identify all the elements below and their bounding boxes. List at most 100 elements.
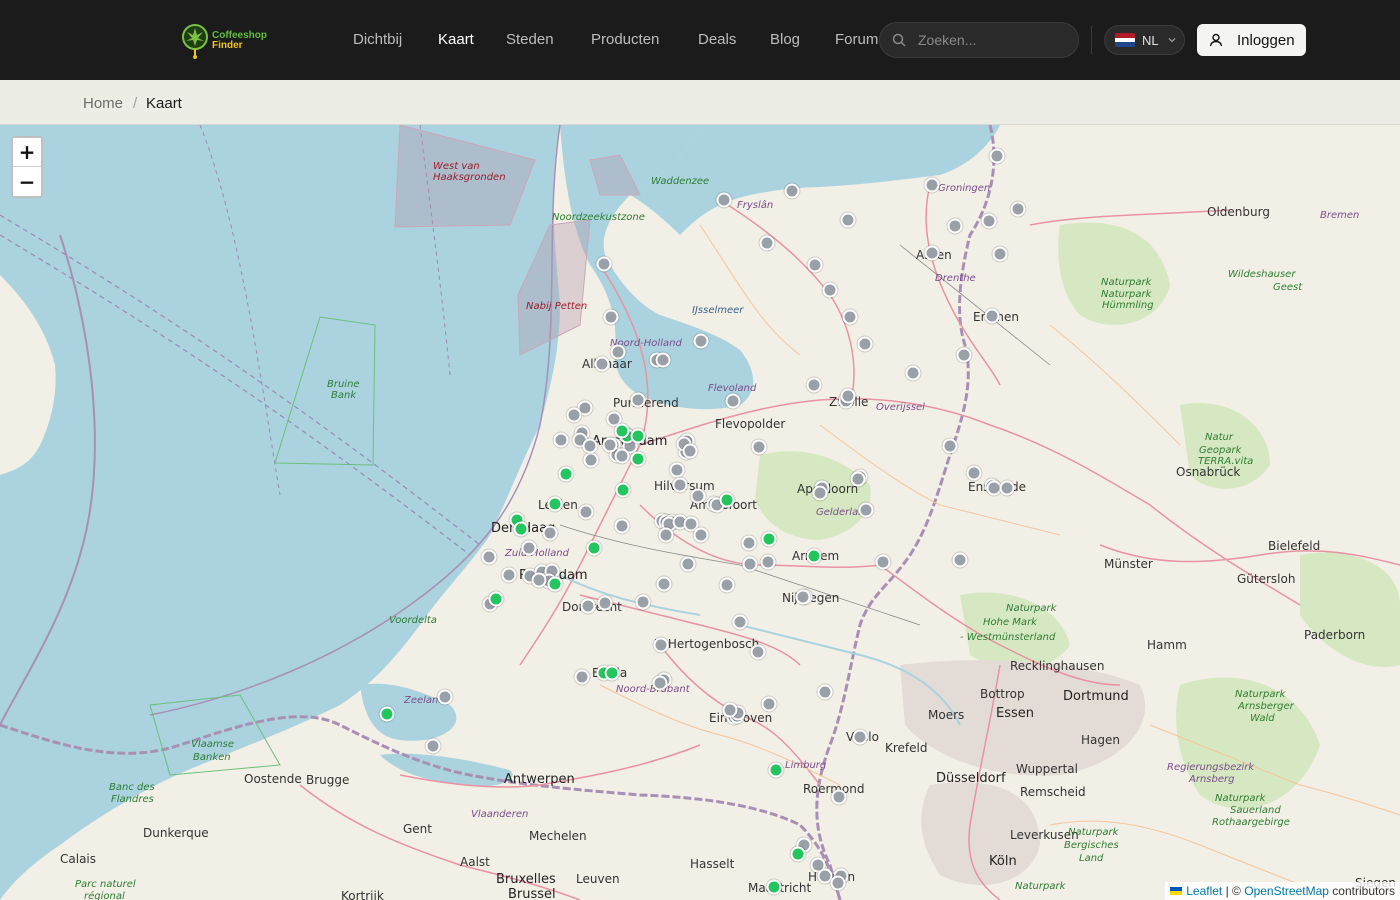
- coffeeshop-marker[interactable]: [831, 789, 847, 805]
- coffeeshop-marker-open[interactable]: [790, 846, 806, 862]
- coffeeshop-marker[interactable]: [630, 392, 646, 408]
- coffeeshop-marker[interactable]: [578, 504, 594, 520]
- coffeeshop-marker[interactable]: [501, 567, 517, 583]
- coffeeshop-marker-open[interactable]: [761, 531, 777, 547]
- coffeeshop-marker[interactable]: [521, 540, 537, 556]
- language-selector[interactable]: NL: [1104, 25, 1185, 55]
- coffeeshop-marker[interactable]: [924, 177, 940, 193]
- coffeeshop-marker[interactable]: [682, 443, 698, 459]
- coffeeshop-marker[interactable]: [680, 556, 696, 572]
- coffeeshop-marker[interactable]: [658, 527, 674, 543]
- coffeeshop-marker[interactable]: [574, 669, 590, 685]
- coffeeshop-marker[interactable]: [842, 309, 858, 325]
- coffeeshop-marker[interactable]: [742, 556, 758, 572]
- coffeeshop-marker[interactable]: [655, 352, 671, 368]
- coffeeshop-marker[interactable]: [672, 477, 688, 493]
- coffeeshop-marker[interactable]: [481, 549, 497, 565]
- coffeeshop-marker[interactable]: [760, 554, 776, 570]
- coffeeshop-marker[interactable]: [817, 684, 833, 700]
- coffeeshop-marker[interactable]: [857, 336, 873, 352]
- nav-steden[interactable]: Steden: [506, 31, 554, 48]
- coffeeshop-marker[interactable]: [656, 576, 672, 592]
- coffeeshop-marker-open[interactable]: [630, 428, 646, 444]
- coffeeshop-marker[interactable]: [716, 192, 732, 208]
- coffeeshop-marker[interactable]: [992, 246, 1008, 262]
- search-input[interactable]: [918, 32, 1068, 48]
- coffeeshop-marker[interactable]: [999, 480, 1015, 496]
- coffeeshop-marker-open[interactable]: [379, 706, 395, 722]
- coffeeshop-marker[interactable]: [966, 465, 982, 481]
- coffeeshop-marker[interactable]: [784, 183, 800, 199]
- coffeeshop-marker-open[interactable]: [766, 879, 782, 895]
- coffeeshop-marker[interactable]: [751, 439, 767, 455]
- coffeeshop-marker[interactable]: [858, 502, 874, 518]
- coffeeshop-marker[interactable]: [614, 518, 630, 534]
- coffeeshop-marker[interactable]: [952, 552, 968, 568]
- coffeeshop-marker[interactable]: [1010, 201, 1026, 217]
- coffeeshop-marker[interactable]: [761, 696, 777, 712]
- breadcrumb-home[interactable]: Home: [83, 95, 123, 112]
- coffeeshop-marker-open[interactable]: [768, 762, 784, 778]
- coffeeshop-marker[interactable]: [750, 644, 766, 660]
- coffeeshop-marker[interactable]: [722, 702, 738, 718]
- coffeeshop-marker[interactable]: [425, 738, 441, 754]
- zoom-in-button[interactable]: +: [13, 138, 41, 167]
- coffeeshop-marker[interactable]: [614, 448, 630, 464]
- coffeeshop-marker[interactable]: [542, 525, 558, 541]
- leaflet-link[interactable]: Leaflet: [1186, 884, 1222, 898]
- coffeeshop-marker-open[interactable]: [614, 423, 630, 439]
- coffeeshop-marker[interactable]: [850, 471, 866, 487]
- login-button[interactable]: Inloggen: [1197, 24, 1306, 56]
- coffeeshop-map[interactable]: West van Haaksgronden Waddenzee Noordzeekus…: [0, 125, 1400, 900]
- coffeeshop-marker[interactable]: [582, 438, 598, 454]
- coffeeshop-marker[interactable]: [741, 535, 757, 551]
- coffeeshop-marker[interactable]: [905, 365, 921, 381]
- coffeeshop-marker[interactable]: [822, 282, 838, 298]
- site-logo[interactable]: Coffeeshop Finder: [180, 22, 270, 60]
- osm-link[interactable]: OpenStreetMap: [1244, 884, 1329, 898]
- coffeeshop-marker-open[interactable]: [586, 540, 602, 556]
- coffeeshop-marker[interactable]: [597, 595, 613, 611]
- coffeeshop-marker[interactable]: [812, 485, 828, 501]
- coffeeshop-marker[interactable]: [984, 308, 1000, 324]
- coffeeshop-marker-open[interactable]: [719, 492, 735, 508]
- coffeeshop-marker[interactable]: [830, 875, 846, 891]
- coffeeshop-marker[interactable]: [852, 729, 868, 745]
- coffeeshop-marker-open[interactable]: [513, 521, 529, 537]
- coffeeshop-marker[interactable]: [875, 554, 891, 570]
- nav-blog[interactable]: Blog: [770, 31, 800, 48]
- nav-dichtbij[interactable]: Dichtbij: [353, 31, 402, 48]
- coffeeshop-marker[interactable]: [653, 637, 669, 653]
- coffeeshop-marker[interactable]: [531, 572, 547, 588]
- coffeeshop-marker[interactable]: [566, 407, 582, 423]
- coffeeshop-marker[interactable]: [603, 309, 619, 325]
- coffeeshop-marker[interactable]: [947, 218, 963, 234]
- coffeeshop-marker-open[interactable]: [488, 591, 504, 607]
- coffeeshop-marker[interactable]: [719, 577, 735, 593]
- coffeeshop-marker[interactable]: [690, 488, 706, 504]
- nav-deals[interactable]: Deals: [698, 31, 736, 48]
- coffeeshop-marker[interactable]: [635, 594, 651, 610]
- coffeeshop-marker-open[interactable]: [604, 665, 620, 681]
- coffeeshop-marker[interactable]: [956, 347, 972, 363]
- coffeeshop-marker[interactable]: [795, 589, 811, 605]
- zoom-out-button[interactable]: −: [13, 167, 41, 196]
- coffeeshop-marker[interactable]: [580, 598, 596, 614]
- nav-kaart[interactable]: Kaart: [438, 31, 474, 48]
- coffeeshop-marker[interactable]: [806, 377, 822, 393]
- coffeeshop-marker[interactable]: [437, 689, 453, 705]
- coffeeshop-marker[interactable]: [759, 235, 775, 251]
- coffeeshop-marker[interactable]: [989, 148, 1005, 164]
- coffeeshop-marker[interactable]: [610, 344, 626, 360]
- coffeeshop-marker-open[interactable]: [547, 496, 563, 512]
- coffeeshop-marker[interactable]: [583, 452, 599, 468]
- coffeeshop-marker[interactable]: [693, 333, 709, 349]
- coffeeshop-marker[interactable]: [840, 388, 856, 404]
- coffeeshop-marker[interactable]: [924, 245, 940, 261]
- coffeeshop-marker[interactable]: [669, 462, 685, 478]
- coffeeshop-marker[interactable]: [807, 257, 823, 273]
- coffeeshop-marker[interactable]: [652, 675, 668, 691]
- coffeeshop-marker[interactable]: [732, 614, 748, 630]
- coffeeshop-marker-open[interactable]: [547, 576, 563, 592]
- coffeeshop-marker-open[interactable]: [615, 482, 631, 498]
